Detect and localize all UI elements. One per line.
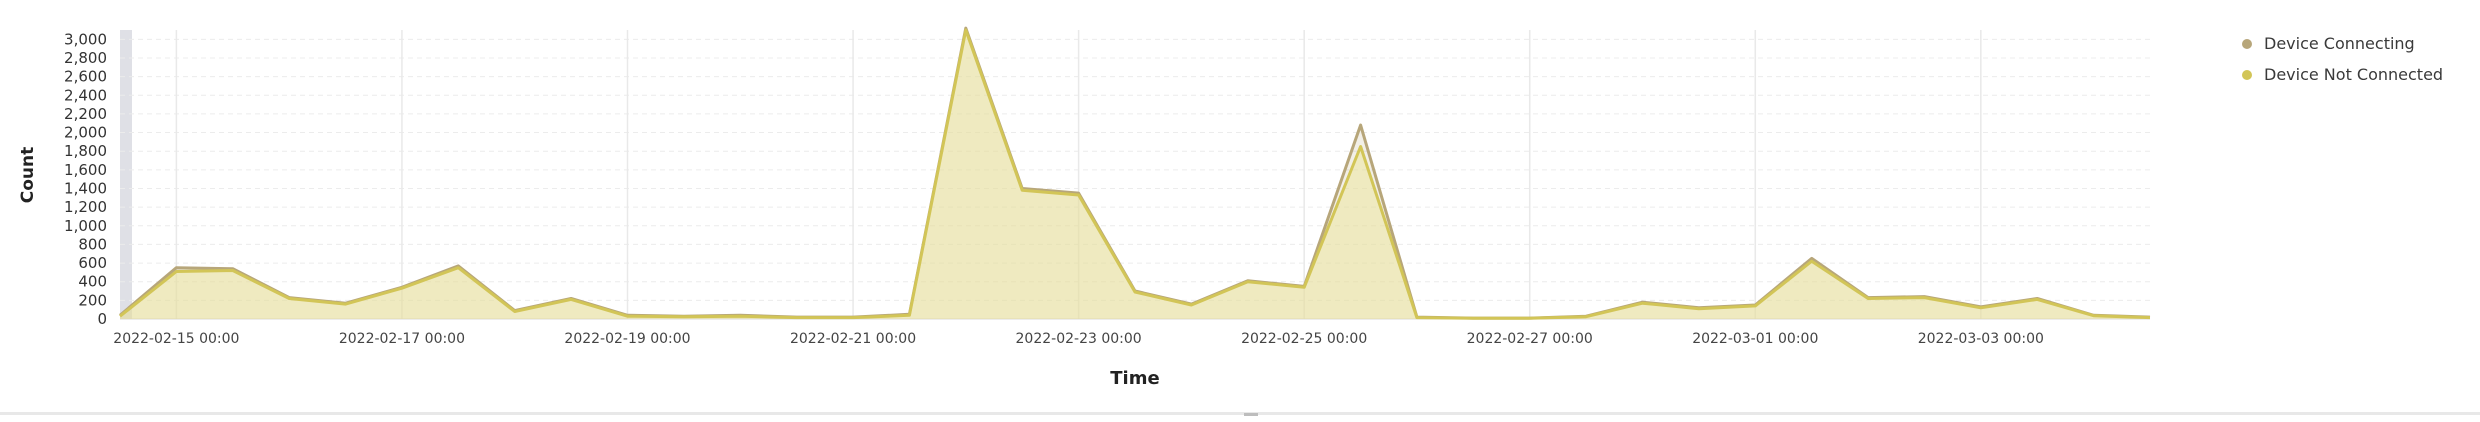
legend-marker (2242, 38, 2252, 49)
series-line-device-connecting (119, 26, 2151, 320)
scrollbar-track[interactable] (0, 412, 2480, 415)
y-tick-label: 800 (78, 235, 107, 253)
x-tick-label: 2022-02-25 00:00 (1241, 331, 1367, 347)
y-tick-label: 2,600 (64, 68, 107, 86)
area-fill-device-connecting (120, 28, 2150, 319)
area-chart: 0 200 400 600 800 1,000 1,200 1,400 1,600 1,800 2,… (0, 0, 2480, 418)
y-tick-label: 1,400 (64, 179, 107, 197)
scrollbar-handle[interactable] (1244, 413, 1258, 416)
y-tick-label: 2,800 (64, 49, 107, 67)
y-tick-label: 1,800 (64, 142, 107, 160)
y-tick-label: 0 (97, 310, 107, 328)
chart-legend: Device Connecting Device Not Connected (2242, 28, 2443, 90)
x-tick-label: 2022-03-03 00:00 (1918, 331, 2044, 347)
y-tick-label: 3,000 (64, 30, 107, 48)
area-fill-device-not-connected (120, 30, 2150, 319)
y-tick-label: 2,000 (64, 124, 107, 142)
legend-item-device-not-connected[interactable]: Device Not Connected (2242, 59, 2443, 90)
y-axis-gutter (120, 30, 132, 319)
y-tick-label: 2,400 (64, 86, 107, 104)
x-tick-label: 2022-02-23 00:00 (1016, 331, 1142, 347)
y-tick-label: 1,600 (64, 161, 107, 179)
series-line-device-not-connected (119, 28, 2151, 320)
x-tick-label: 2022-03-01 00:00 (1692, 331, 1818, 347)
y-tick-label: 2,200 (64, 105, 107, 123)
x-tick-label: 2022-02-21 00:00 (790, 331, 916, 347)
y-tick-label: 1,200 (64, 198, 107, 216)
legend-label: Device Not Connected (2264, 65, 2444, 84)
x-axis-title: Time (1110, 368, 1159, 389)
x-tick-label: 2022-02-19 00:00 (564, 331, 690, 347)
x-tick-label: 2022-02-27 00:00 (1467, 331, 1593, 347)
x-tick-label: 2022-02-15 00:00 (113, 331, 239, 347)
y-tick-label: 1,000 (64, 217, 107, 235)
chart-canvas: 02004006008001,0001,2001,4001,6001,8002,… (18, 26, 2151, 389)
y-tick-label: 600 (78, 254, 107, 272)
legend-label: Device Connecting (2264, 34, 2415, 53)
y-tick-label: 400 (78, 273, 107, 291)
x-tick-label: 2022-02-17 00:00 (339, 331, 465, 347)
legend-marker (2242, 69, 2252, 80)
y-axis-title: Count (18, 147, 38, 204)
y-tick-label: 200 (78, 291, 107, 309)
legend-item-device-connecting[interactable]: Device Connecting (2242, 28, 2443, 59)
